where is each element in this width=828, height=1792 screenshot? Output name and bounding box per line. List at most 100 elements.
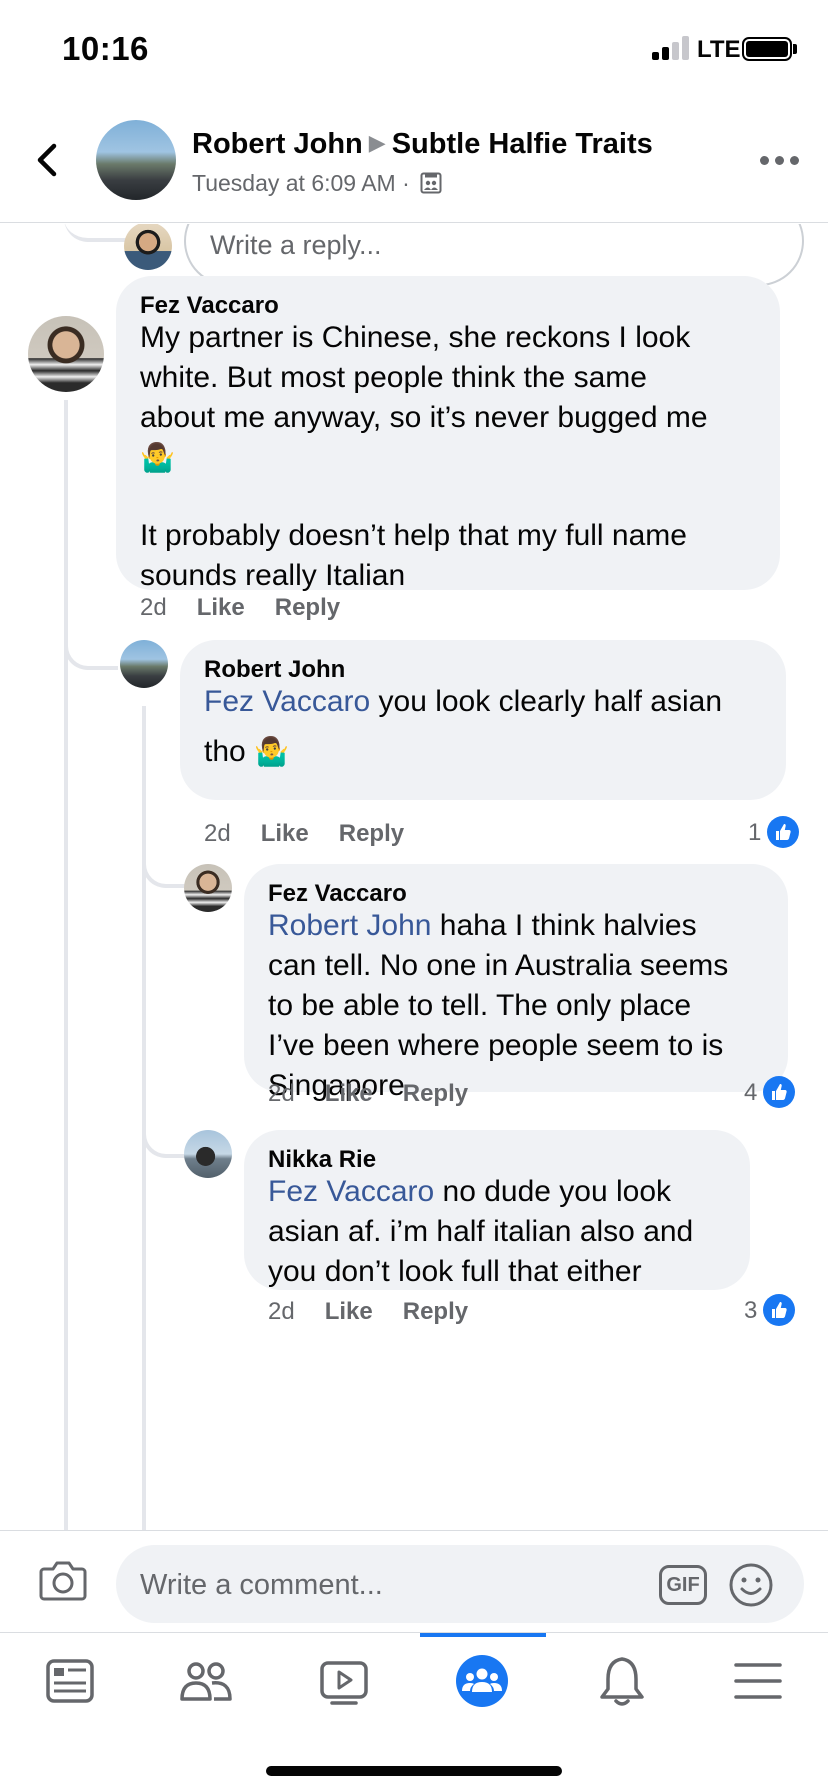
smiley-icon[interactable] [728, 1562, 774, 1608]
comment-text-line: to be able to tell. The only place [268, 989, 692, 1022]
status-bar: 10:16 LTE [0, 0, 828, 100]
comment-text-line: asian af. i’m half italian also and [268, 1215, 694, 1248]
comment-actions: 2d Like Reply [204, 820, 404, 848]
reaction-count[interactable]: 3 [744, 1294, 796, 1326]
friends-icon [180, 1662, 232, 1701]
thread-line [142, 834, 186, 888]
network-label: LTE [697, 36, 741, 63]
comment-time: 2d [268, 1298, 295, 1325]
current-user-avatar [124, 224, 172, 270]
tab-notifications[interactable] [592, 1651, 652, 1711]
mention-link[interactable]: Fez Vaccaro [268, 1175, 434, 1208]
battery-tip [793, 44, 797, 54]
author-avatar[interactable] [96, 120, 176, 200]
comment-actions: 2d Like Reply [268, 1298, 468, 1326]
signal-icon [652, 36, 694, 60]
comment-text-line: I’ve been where people seem to is [268, 1029, 724, 1062]
comment-actions: 2d Like Reply [268, 1080, 468, 1108]
like-button[interactable]: Like [325, 1080, 373, 1107]
reaction-count[interactable]: 1 [748, 816, 800, 848]
comment-text-line: tho [204, 735, 246, 768]
menu-icon [734, 1663, 782, 1699]
comment-text-line: can tell. No one in Australia seems [268, 949, 729, 982]
comment-text-line: no dude you look [434, 1175, 672, 1208]
comment-author[interactable]: Fez Vaccaro [268, 880, 407, 908]
reaction-count[interactable]: 4 [744, 1076, 796, 1108]
mention-link[interactable]: Robert John [268, 909, 431, 942]
comment-text: Robert John haha I think halvies can tel… [268, 906, 778, 1106]
shrug-emoji-icon: 🤷‍♂️ [140, 441, 175, 474]
post-author[interactable]: Robert John [192, 128, 363, 160]
thread-line [64, 614, 118, 670]
tab-watch[interactable] [314, 1651, 374, 1711]
camera-icon[interactable] [38, 1557, 88, 1603]
comment-text-line: you look clearly half asian [370, 685, 723, 718]
comment-text-line: about me anyway, so it’s never bugged me [140, 401, 708, 434]
post-meta: Tuesday at 6:09 AM · [192, 170, 442, 197]
thread-line [142, 1104, 186, 1158]
like-button[interactable]: Like [261, 820, 309, 847]
status-time: 10:16 [62, 30, 149, 67]
comment-text: Fez Vaccaro you look clearly half asian … [204, 682, 774, 772]
comment-text-line: haha I think halvies [431, 909, 697, 942]
news-feed-icon [46, 1659, 94, 1703]
post-timestamp: Tuesday at 6:09 AM · [192, 170, 410, 196]
back-button[interactable] [30, 140, 66, 180]
reply-button[interactable]: Reply [339, 820, 404, 847]
post-header: Robert John ▶ Subtle Halfie Traits Tuesday… [0, 100, 828, 223]
comment-text-line: My partner is Chinese, she reckons I loo… [140, 321, 691, 354]
comment-bubble: Nikka Rie Fez Vaccaro no dude you look a… [244, 1130, 750, 1290]
comment-time: 2d [268, 1080, 295, 1107]
gif-button[interactable]: GIF [659, 1565, 707, 1605]
like-button[interactable]: Like [325, 1298, 373, 1325]
comment-author[interactable]: Fez Vaccaro [140, 292, 279, 320]
comment-time: 2d [204, 820, 231, 847]
tab-menu[interactable] [728, 1651, 788, 1711]
tab-groups[interactable] [452, 1651, 512, 1711]
shrug-emoji-icon: 🤷‍♂️ [254, 735, 289, 768]
comment-text-line: white. But most people think the same [140, 361, 647, 394]
tab-friends[interactable] [176, 1651, 236, 1711]
commenter-avatar[interactable] [120, 640, 168, 688]
reaction-number: 1 [748, 819, 762, 846]
reply-placeholder: Write a reply... [210, 230, 382, 260]
watch-icon [320, 1661, 368, 1705]
reaction-number: 3 [744, 1297, 758, 1324]
comment-text-line: It probably doesn’t help that my full na… [140, 519, 687, 552]
post-title[interactable]: Robert John ▶ Subtle Halfie Traits [192, 128, 653, 161]
comment-bubble: Fez Vaccaro My partner is Chinese, she r… [116, 276, 780, 592]
commenter-avatar[interactable] [28, 316, 104, 392]
comment-text-line: sounds really Italian [140, 559, 406, 592]
group-name[interactable]: Subtle Halfie Traits [392, 128, 653, 160]
reply-button[interactable]: Reply [275, 594, 340, 621]
active-tab-indicator [420, 1633, 546, 1637]
comment-bubble: Fez Vaccaro Robert John haha I think hal… [244, 864, 788, 1102]
reply-button[interactable]: Reply [403, 1080, 468, 1107]
thumbs-up-icon [763, 1076, 796, 1108]
reply-button[interactable]: Reply [403, 1298, 468, 1325]
thumbs-up-icon [763, 1294, 796, 1326]
more-options-icon[interactable] [758, 148, 802, 172]
comment-input[interactable]: Write a comment... GIF [116, 1545, 804, 1623]
triangle-right-icon: ▶ [368, 130, 386, 155]
tab-news-feed[interactable] [40, 1651, 100, 1711]
bottom-tab-bar [0, 1632, 828, 1732]
comment-text: My partner is Chinese, she reckons I loo… [140, 318, 770, 596]
like-button[interactable]: Like [197, 594, 245, 621]
comment-author[interactable]: Robert John [204, 656, 345, 684]
comment-composer: Write a comment... GIF [0, 1530, 828, 1630]
comment-author[interactable]: Nikka Rie [268, 1146, 376, 1174]
chevron-left-icon [37, 143, 57, 177]
comment-actions: 2d Like Reply [140, 594, 340, 622]
battery-icon [742, 37, 792, 61]
comment-bubble: Robert John Fez Vaccaro you look clearly… [180, 640, 786, 800]
group-privacy-icon [420, 172, 442, 194]
mention-link[interactable]: Fez Vaccaro [204, 685, 370, 718]
commenter-avatar[interactable] [184, 864, 232, 912]
thread-line [64, 400, 68, 1530]
thumbs-up-icon [767, 816, 800, 848]
comment-time: 2d [140, 594, 167, 621]
commenter-avatar[interactable] [184, 1130, 232, 1178]
groups-icon [456, 1655, 508, 1707]
comment-text: Fez Vaccaro no dude you look asian af. i… [268, 1172, 742, 1292]
